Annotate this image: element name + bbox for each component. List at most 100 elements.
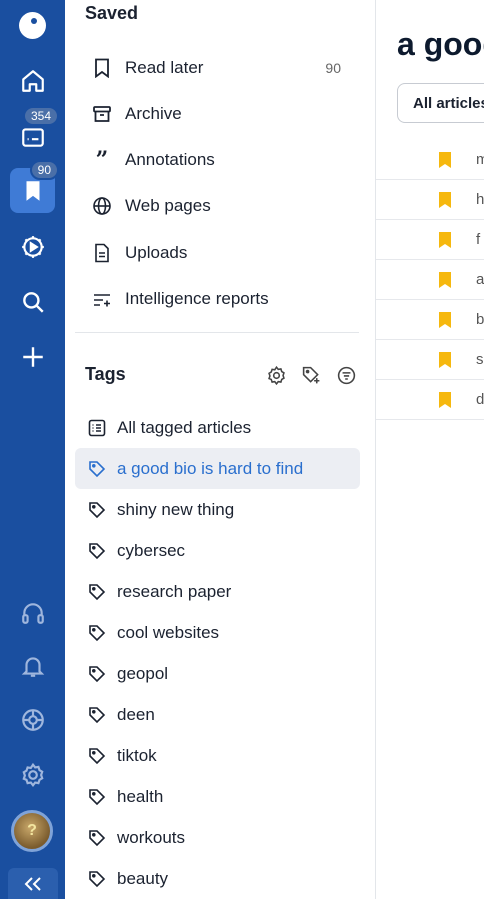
read-later-count: 90 (325, 60, 341, 76)
add-tag-button[interactable] (300, 364, 323, 387)
bookmark-icon (438, 271, 452, 289)
saved-item-read-later[interactable]: Read later 90 (91, 48, 361, 88)
article-title: f (476, 231, 481, 248)
archive-icon (91, 103, 113, 125)
user-avatar[interactable]: ? (11, 810, 53, 852)
collapse-sidebar-button[interactable] (8, 868, 58, 899)
article-title: a (476, 271, 484, 288)
add-button[interactable] (10, 334, 55, 379)
bookmark-icon (438, 351, 452, 369)
saved-item-label: Read later (125, 58, 204, 77)
bookmark-icon (438, 191, 452, 209)
tag-item[interactable]: research paper (75, 571, 360, 612)
saved-item-label: Annotations (125, 150, 215, 169)
home-button[interactable] (10, 58, 55, 103)
section-divider (75, 332, 359, 333)
saved-item-archive[interactable]: Archive (91, 94, 361, 134)
saved-heading: Saved (85, 3, 139, 23)
app-logo[interactable] (19, 12, 46, 39)
article-row[interactable]: f (376, 220, 484, 260)
listen-button[interactable] (10, 590, 55, 635)
tag-icon (87, 582, 107, 602)
tag-icon (87, 828, 107, 848)
tag-label: tiktok (117, 745, 157, 765)
tag-label: a good bio is hard to find (117, 458, 304, 478)
tag-icon (87, 459, 107, 479)
settings-button[interactable] (10, 752, 55, 797)
saved-item-label: Uploads (125, 243, 188, 262)
double-chevron-left-icon (24, 876, 42, 891)
filter-tags-button[interactable] (335, 364, 358, 387)
tag-label: shiny new thing (117, 499, 235, 519)
notifications-button[interactable] (10, 643, 55, 688)
sparkle-list-icon (91, 288, 113, 310)
inbox-button[interactable]: 354 (10, 106, 59, 159)
article-row[interactable]: s (376, 340, 484, 380)
saved-count-badge: 90 (29, 160, 59, 180)
help-button[interactable] (10, 697, 55, 742)
tag-item[interactable]: cool websites (75, 612, 360, 653)
tag-label: geopol (117, 663, 169, 683)
tag-item[interactable]: cybersec (75, 530, 360, 571)
article-title: m (476, 151, 484, 168)
saved-item-label: Intelligence reports (125, 289, 269, 308)
article-filter-dropdown[interactable]: All articles (397, 83, 484, 123)
saved-item-intelligence-reports[interactable]: Intelligence reports (91, 279, 361, 319)
gear-icon (20, 762, 46, 788)
plus-icon (20, 344, 46, 370)
article-row[interactable]: m (376, 140, 484, 180)
bookmark-icon (438, 391, 452, 409)
bell-icon (20, 653, 46, 679)
saved-item-uploads[interactable]: Uploads (91, 233, 361, 273)
article-row[interactable]: b (376, 300, 484, 340)
play-gear-icon (20, 234, 46, 260)
home-icon (20, 68, 46, 94)
tag-label: health (117, 786, 164, 806)
tag-icon (87, 664, 107, 684)
tag-item[interactable]: beauty (75, 858, 360, 899)
video-button[interactable] (10, 224, 55, 269)
tag-item[interactable]: a good bio is hard to find (75, 448, 360, 489)
article-row[interactable]: h (376, 180, 484, 220)
bookmark-icon (438, 151, 452, 169)
article-title: h (476, 191, 484, 208)
page-title: a good bio is hard to find (397, 26, 484, 62)
lifebuoy-icon (20, 707, 46, 733)
saved-button[interactable]: 90 (10, 160, 59, 213)
tag-icon (87, 623, 107, 643)
tag-item[interactable]: health (75, 776, 360, 817)
tag-label: beauty (117, 868, 169, 888)
tag-all-tagged-articles[interactable]: All tagged articles (75, 407, 360, 448)
article-row[interactable]: d (376, 380, 484, 420)
tag-label: All tagged articles (117, 417, 252, 437)
saved-item-annotations[interactable]: ” Annotations (91, 140, 361, 180)
saved-item-label: Archive (125, 104, 182, 123)
article-row[interactable]: a (376, 260, 484, 300)
bookmark-icon (91, 57, 113, 79)
quote-icon: ” (95, 147, 109, 173)
tag-icon (87, 705, 107, 725)
tag-item[interactable]: geopol (75, 653, 360, 694)
article-list-area: a good bio is hard to find All articles … (376, 0, 484, 899)
tag-label: workouts (117, 827, 186, 847)
icon-rail: 354 90 ? (0, 0, 65, 899)
saved-panel: Saved Read later 90 Archive ” Annotation… (65, 0, 376, 899)
bookmark-icon (438, 231, 452, 249)
tag-icon (87, 500, 107, 520)
tag-item[interactable]: shiny new thing (75, 489, 360, 530)
tag-icon (87, 787, 107, 807)
search-button[interactable] (10, 279, 55, 324)
saved-item-web-pages[interactable]: Web pages (91, 186, 361, 226)
article-title: s (476, 351, 484, 368)
list-icon (87, 418, 107, 438)
tag-label: cool websites (117, 622, 220, 642)
tag-item[interactable]: tiktok (75, 735, 360, 776)
inbox-count-badge: 354 (22, 106, 59, 126)
bookmark-icon (20, 178, 46, 204)
tag-item[interactable]: deen (75, 694, 360, 735)
tag-label: cybersec (117, 540, 186, 560)
search-icon (20, 289, 46, 315)
inbox-icon (20, 124, 46, 150)
tag-settings-button[interactable] (265, 364, 288, 387)
tag-item[interactable]: workouts (75, 817, 360, 858)
